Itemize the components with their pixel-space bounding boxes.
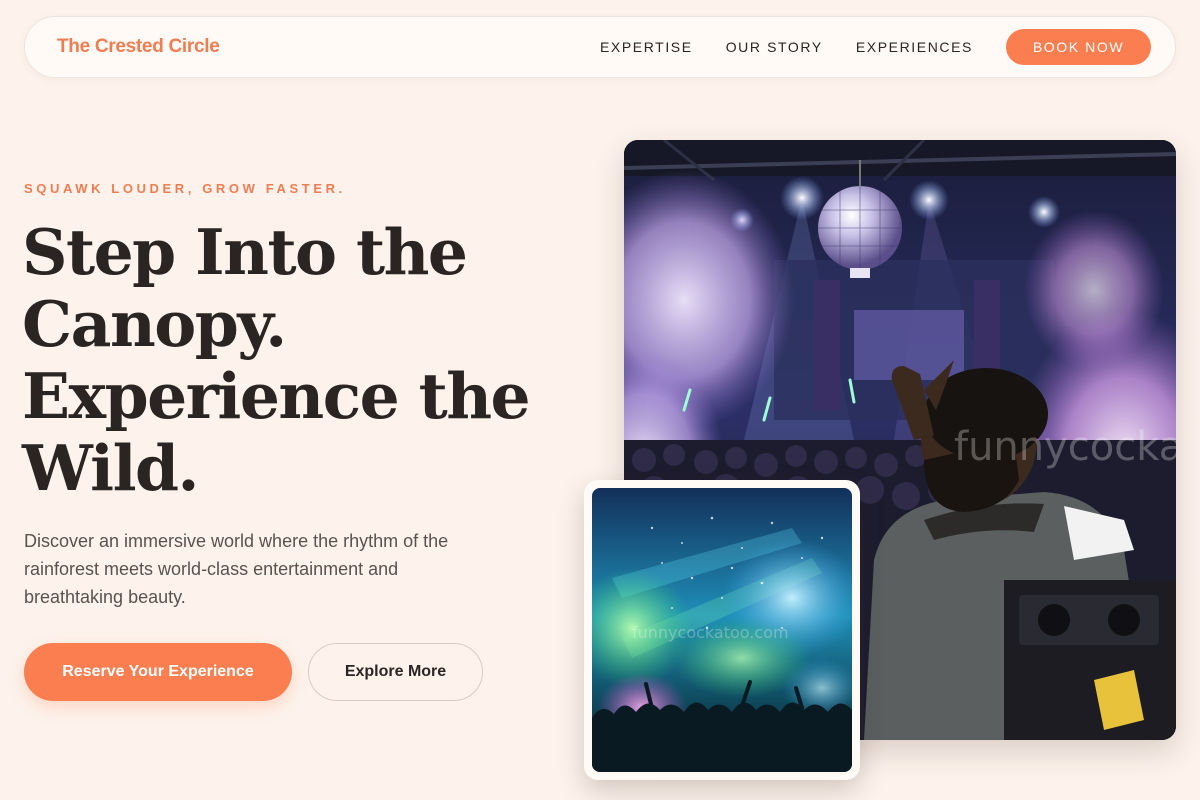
reserve-experience-button[interactable]: Reserve Your Experience [24, 643, 292, 701]
hero-eyebrow: SQUAWK LOUDER, GROW FASTER. [24, 181, 346, 196]
book-now-button[interactable]: BOOK NOW [1006, 29, 1151, 65]
nav-link-our-story[interactable]: OUR STORY [726, 39, 823, 55]
headline-line-4: Wild. [22, 431, 200, 505]
hero-secondary-photo: funnycockatoo.com [592, 488, 852, 772]
nav-link-experiences[interactable]: EXPERIENCES [856, 39, 973, 55]
hero-headline: Step Into the Canopy. Experience the Wil… [22, 216, 582, 504]
brand-logo[interactable]: The Crested Circle [57, 36, 220, 58]
nav-links: EXPERTISE OUR STORY EXPERIENCES BOOK NOW [600, 29, 1151, 65]
headline-line-1: Step Into the [22, 215, 468, 289]
navbar: The Crested Circle EXPERTISE OUR STORY E… [24, 16, 1176, 78]
hero-secondary-photo-frame: funnycockatoo.com [584, 480, 860, 780]
concert-lights-image: funnycockatoo.com [592, 488, 852, 772]
main-photo-watermark: funnycockatoo.com [954, 424, 1176, 470]
nav-link-expertise[interactable]: EXPERTISE [600, 39, 693, 55]
secondary-photo-watermark: funnycockatoo.com [632, 623, 789, 642]
headline-line-3: Experience the [22, 359, 531, 433]
explore-more-button[interactable]: Explore More [308, 643, 483, 701]
headline-line-2: Canopy. [22, 287, 287, 361]
hero-description: Discover an immersive world where the rh… [24, 531, 449, 607]
